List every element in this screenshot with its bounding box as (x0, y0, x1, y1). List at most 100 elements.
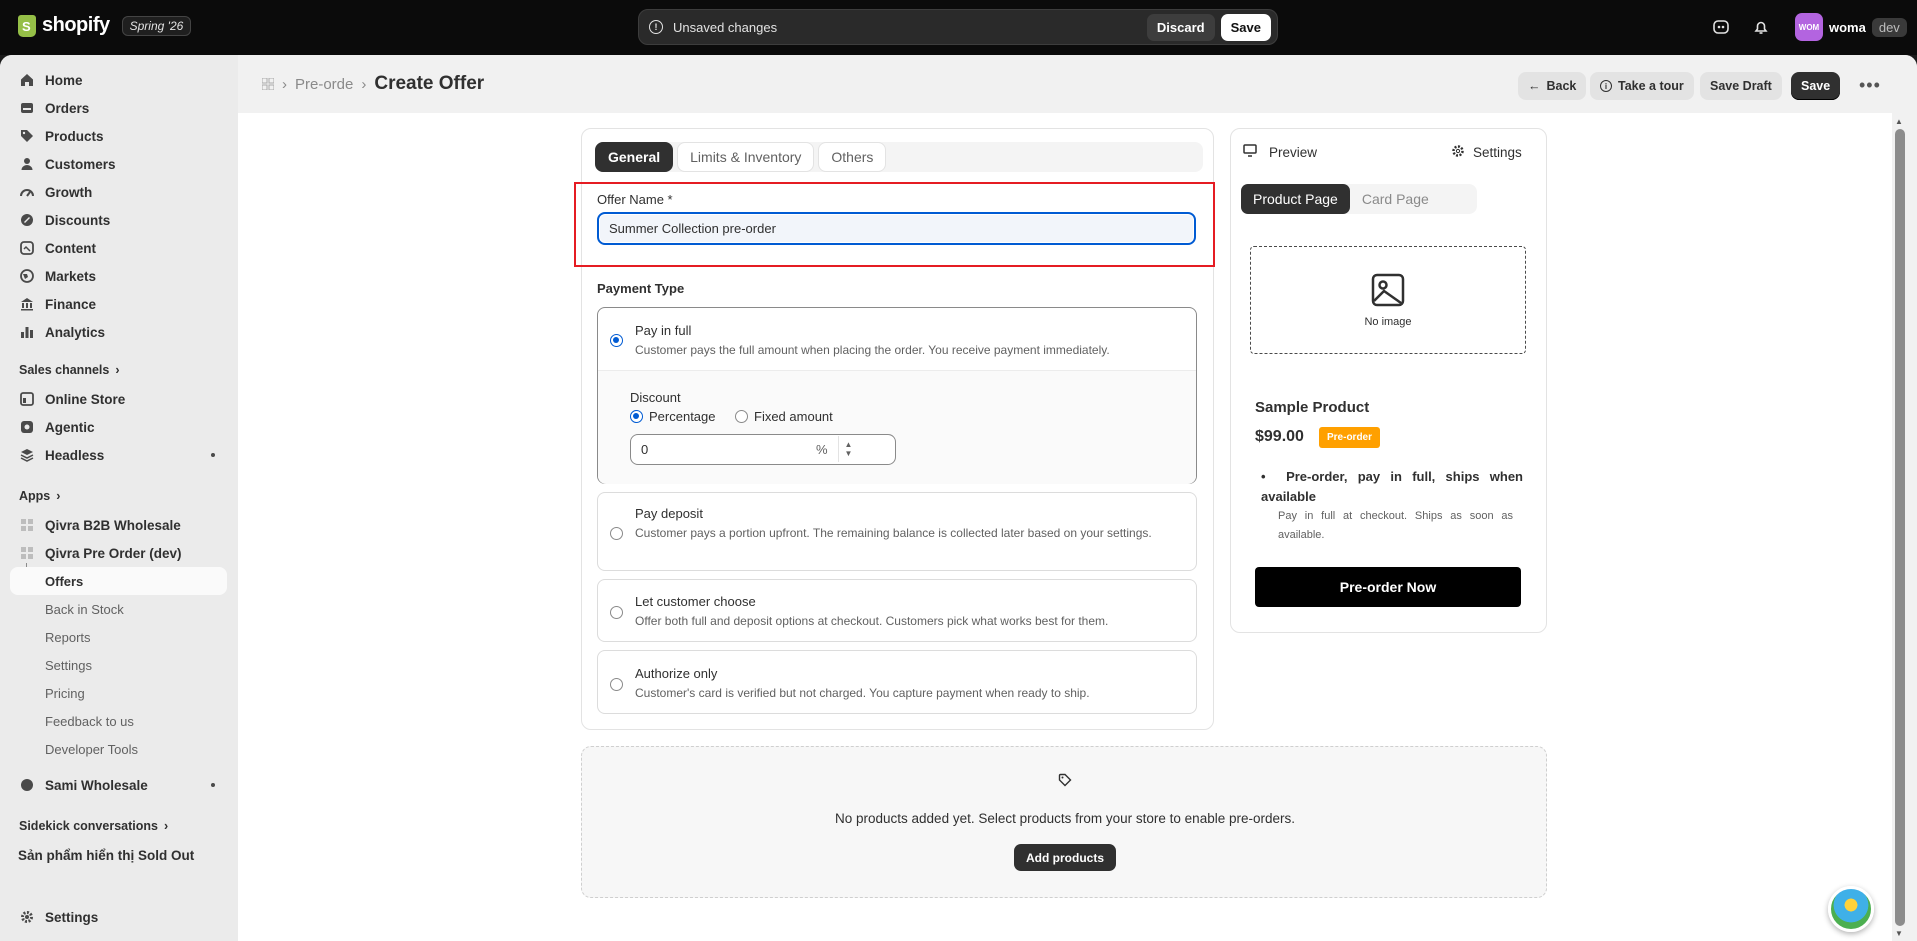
bullet-dot: • (1261, 469, 1287, 484)
section-label: Sidekick conversations (19, 819, 158, 833)
sidebar-item-online-store[interactable]: Online Store (10, 385, 227, 413)
product-price: $99.00 (1255, 428, 1304, 445)
sidebar-subitem-feedback[interactable]: Feedback to us (10, 707, 227, 735)
payment-option-authorize-only[interactable]: Authorize only Customer's card is verifi… (597, 650, 1197, 714)
section-label: Apps (19, 489, 51, 503)
tab-product-page[interactable]: Product Page (1241, 184, 1350, 214)
payment-option-customer-choose[interactable]: Let customer choose Offer both full and … (597, 579, 1197, 642)
sidebar-item-growth[interactable]: Growth (10, 178, 227, 206)
save-draft-button[interactable]: Save Draft (1700, 72, 1782, 100)
apps-header[interactable]: Apps › (19, 489, 60, 503)
sidebar-item-settings[interactable]: Settings (10, 903, 227, 931)
tab-limits-inventory[interactable]: Limits & Inventory (677, 142, 815, 172)
sidekick-conversation-item[interactable]: Sản phẩm hiển thị Sold Out (10, 841, 227, 869)
sidebar-subitem-back-in-stock[interactable]: Back in Stock (10, 595, 227, 623)
sidebar-subitem-settings[interactable]: Settings (10, 651, 227, 679)
app-grid-icon[interactable] (262, 78, 274, 90)
payment-option-pay-in-full[interactable]: Pay in full Customer pays the full amoun… (597, 307, 1197, 484)
bell-icon[interactable] (1750, 16, 1772, 38)
sidebar: Home Orders Products Customers Growth Di… (0, 55, 238, 941)
image-placeholder: No image (1250, 246, 1526, 354)
pay-in-full-radio[interactable] (610, 334, 623, 347)
discount-percentage-radio[interactable] (630, 410, 643, 423)
sidebar-item-orders[interactable]: Orders (10, 94, 227, 122)
sidebar-item-content[interactable]: Content (10, 234, 227, 262)
sidebar-item-label: Orders (45, 100, 90, 116)
quantity-stepper[interactable]: ▲ ▼ (838, 436, 858, 462)
sidebar-item-qivra-pre-order[interactable]: Qivra Pre Order (dev) (10, 539, 227, 567)
products-empty-state: No products added yet. Select products f… (581, 746, 1547, 898)
sidebar-subitem-reports[interactable]: Reports (10, 623, 227, 651)
preview-card: Preview Settings Product Page Card Page … (1230, 128, 1547, 633)
save-button[interactable]: Save (1791, 72, 1841, 100)
payment-option-pay-deposit[interactable]: Pay deposit Customer pays a portion upfr… (597, 492, 1197, 571)
percent-suffix: % (816, 442, 828, 457)
tag-icon (20, 129, 34, 143)
sidebar-item-sami-wholesale[interactable]: Sami Wholesale (10, 771, 227, 799)
sidebar-item-customers[interactable]: Customers (10, 150, 227, 178)
payment-option-title: Let customer choose (635, 594, 756, 609)
product-name: Sample Product (1255, 399, 1370, 416)
sidebar-item-analytics[interactable]: Analytics (10, 318, 227, 346)
breadcrumb: › Pre-orde › Create Offer (262, 73, 484, 95)
sidebar-item-discounts[interactable]: Discounts (10, 206, 227, 234)
back-label: Back (1546, 79, 1577, 93)
chevron-up-icon[interactable]: ▲ (845, 440, 853, 449)
authorize-only-radio[interactable] (610, 678, 623, 691)
scroll-up-icon[interactable]: ▲ (1895, 117, 1903, 126)
discount-section: Discount Percentage Fixed amount % ▲ ▼ (598, 370, 1196, 484)
info-icon: i (1600, 80, 1612, 92)
scrollbar-thumb[interactable] (1895, 129, 1905, 926)
no-image-label: No image (1364, 315, 1412, 328)
discard-button[interactable]: Discard (1146, 13, 1215, 41)
more-actions-icon[interactable]: ••• (1859, 75, 1881, 96)
user-menu[interactable]: WOM woma dev (1795, 13, 1907, 41)
discount-percentage-label: Percentage (649, 409, 716, 424)
offer-form-card: General Limits & Inventory Others Offer … (574, 128, 1215, 730)
user-name: woma (1829, 19, 1866, 35)
shopify-logo[interactable]: shopify Spring '26 (18, 14, 192, 37)
scroll-down-icon[interactable]: ▼ (1895, 929, 1903, 938)
avatar: WOM (1795, 13, 1823, 41)
save-changes-button[interactable]: Save (1220, 13, 1271, 41)
sidekick-icon[interactable] (1710, 16, 1732, 38)
sidebar-item-agentic[interactable]: Agentic (10, 413, 227, 441)
sidebar-item-qivra-b2b[interactable]: Qivra B2B Wholesale (10, 511, 227, 539)
chevron-down-icon[interactable]: ▼ (845, 449, 853, 458)
person-icon (20, 157, 34, 171)
offer-bullet: • Pre-order, pay in full, ships when ava… (1261, 467, 1523, 507)
sidebar-subitem-pricing[interactable]: Pricing (10, 679, 227, 707)
breadcrumb-parent[interactable]: Pre-orde (295, 76, 353, 93)
sidebar-item-markets[interactable]: Markets (10, 262, 227, 290)
sidebar-subitem-developer-tools[interactable]: Developer Tools (10, 735, 227, 763)
add-products-button[interactable]: Add products (1014, 844, 1116, 871)
sales-channels-header[interactable]: Sales channels › (19, 363, 120, 377)
chat-widget-icon[interactable] (1828, 886, 1874, 932)
preview-settings-link[interactable]: Settings (1451, 144, 1522, 161)
back-button[interactable]: ← Back (1518, 72, 1587, 100)
chevron-right-icon: › (282, 75, 287, 93)
tab-general[interactable]: General (595, 142, 674, 172)
main-panel: General Limits & Inventory Others Offer … (238, 113, 1892, 941)
info-icon: ! (649, 20, 663, 34)
sidebar-item-finance[interactable]: Finance (10, 290, 227, 318)
sidekick-header[interactable]: Sidekick conversations › (19, 819, 168, 833)
tab-card-page[interactable]: Card Page (1350, 184, 1441, 214)
sidebar-item-home[interactable]: Home (10, 66, 227, 94)
sidebar-item-label: Agentic (45, 419, 95, 435)
customer-choose-radio[interactable] (610, 606, 623, 619)
discount-fixed-radio[interactable] (735, 410, 748, 423)
sidebar-subitem-offers[interactable]: Offers (10, 567, 227, 595)
shopify-bag-icon (18, 14, 36, 37)
offer-name-input[interactable] (597, 212, 1196, 245)
form-tabs: General Limits & Inventory Others (595, 142, 1203, 172)
take-a-tour-button[interactable]: i Take a tour (1590, 72, 1694, 100)
preorder-now-button[interactable]: Pre-order Now (1255, 567, 1521, 607)
tab-others[interactable]: Others (818, 142, 887, 172)
payment-option-title: Pay deposit (635, 506, 703, 521)
sidebar-item-label: Markets (45, 268, 97, 284)
pay-deposit-radio[interactable] (610, 527, 623, 540)
sidebar-item-products[interactable]: Products (10, 122, 227, 150)
sidebar-item-headless[interactable]: Headless (10, 441, 227, 469)
gear-icon (1451, 144, 1465, 161)
